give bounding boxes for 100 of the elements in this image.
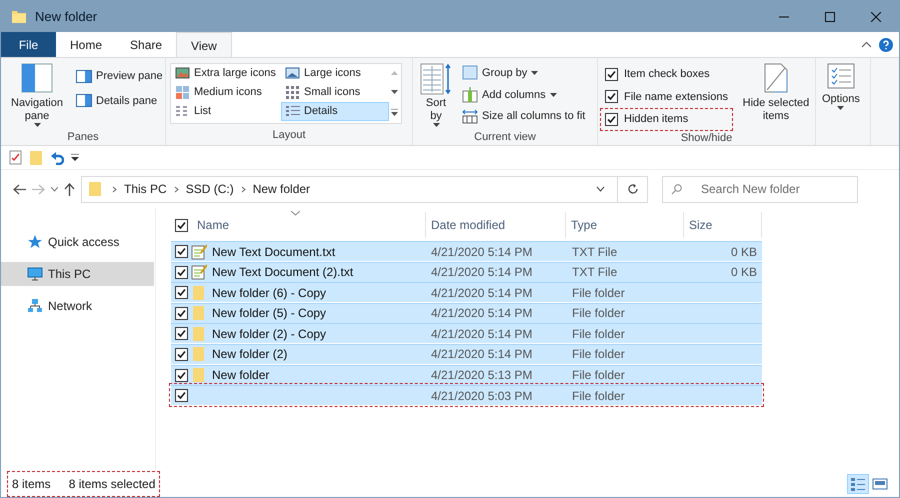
select-all-checkbox[interactable] bbox=[175, 218, 188, 232]
folder-icon bbox=[191, 346, 207, 362]
recent-icon[interactable] bbox=[51, 186, 58, 192]
caret-icon bbox=[550, 92, 557, 97]
back-icon[interactable] bbox=[13, 184, 26, 194]
date-cell: 4/21/2020 5:03 PM bbox=[431, 388, 532, 403]
group-label: Current view bbox=[473, 130, 537, 145]
breadcrumb[interactable]: This PC bbox=[121, 180, 170, 198]
nav-item[interactable]: This PC bbox=[1, 262, 154, 286]
checkbox[interactable] bbox=[175, 327, 188, 340]
folder-icon bbox=[191, 367, 207, 384]
file-name: New folder (6) - Copy bbox=[212, 284, 326, 302]
properties-icon[interactable] bbox=[9, 150, 22, 165]
pane-icon bbox=[76, 70, 92, 83]
checkbox[interactable] bbox=[175, 348, 188, 361]
nav-item[interactable]: Network bbox=[1, 294, 154, 318]
maximize-icon bbox=[825, 12, 835, 22]
file-menu-button[interactable]: File bbox=[1, 32, 56, 57]
file-name: New folder bbox=[212, 367, 270, 384]
column-header[interactable]: Date modified bbox=[426, 212, 566, 238]
undo-icon[interactable] bbox=[50, 150, 64, 164]
page-icon bbox=[764, 63, 788, 93]
large-icons-view-icon bbox=[872, 476, 888, 492]
navigation-pane-button[interactable]: Navigation pane bbox=[5, 61, 69, 129]
pane-option[interactable]: Preview pane bbox=[73, 67, 166, 86]
checkbox[interactable] bbox=[605, 90, 618, 104]
breadcrumb[interactable]: SSD (C:) bbox=[182, 180, 237, 198]
folder-icon bbox=[191, 326, 207, 342]
sort-indicator-icon bbox=[291, 210, 300, 216]
column-header[interactable]: Name bbox=[192, 212, 426, 238]
view-option[interactable]: Size all columns to fit bbox=[459, 107, 588, 126]
breadcrumb[interactable]: New folder bbox=[250, 180, 314, 198]
picture-icon bbox=[175, 66, 190, 81]
up-icon[interactable] bbox=[64, 182, 75, 196]
list-icon bbox=[175, 104, 190, 119]
file-row[interactable]: New Text Document.txt 4/21/2020 5:14 PM TXT File 0 KB bbox=[171, 241, 762, 261]
file-row[interactable]: 4/21/2020 5:03 PM File folder bbox=[171, 385, 762, 406]
group-icon bbox=[462, 65, 478, 82]
caret-icon bbox=[531, 71, 538, 76]
ribbon-tab[interactable]: View bbox=[176, 32, 232, 58]
search-field[interactable]: Search New folder bbox=[662, 176, 858, 202]
layout-option[interactable]: Extra large icons bbox=[171, 64, 281, 83]
checkbox[interactable] bbox=[605, 112, 618, 126]
tiles-icon bbox=[175, 85, 190, 100]
type-cell: File folder bbox=[572, 306, 625, 320]
file-name: New Text Document (2).txt bbox=[212, 264, 354, 282]
layout-option[interactable]: Small icons bbox=[281, 83, 389, 102]
view-option[interactable]: Group by bbox=[459, 64, 588, 82]
item-count: 8 items bbox=[12, 476, 51, 493]
file-row[interactable]: New folder (2) 4/21/2020 5:14 PM File folder bbox=[171, 344, 762, 364]
checkbox[interactable] bbox=[175, 245, 188, 258]
checkbox[interactable] bbox=[175, 368, 188, 382]
file-row[interactable]: New folder (2) - Copy 4/21/2020 5:14 PM File folder bbox=[171, 323, 762, 344]
pane-option[interactable]: Details pane bbox=[73, 92, 166, 110]
customize-icon[interactable] bbox=[71, 154, 79, 161]
hide-selected-button[interactable]: Hide selected items bbox=[738, 61, 813, 130]
view-option[interactable]: Add columns bbox=[459, 86, 588, 104]
column-header[interactable]: Size bbox=[684, 212, 762, 238]
checkbox[interactable] bbox=[175, 306, 188, 320]
selection-count: 8 items selected bbox=[68, 476, 156, 493]
refresh-icon[interactable] bbox=[626, 183, 638, 195]
checkbox-option[interactable]: Item check boxes bbox=[602, 65, 731, 84]
file-row[interactable]: New folder (6) - Copy 4/21/2020 5:14 PM File folder bbox=[171, 282, 762, 302]
date-cell: 4/21/2020 5:14 PM bbox=[431, 265, 532, 280]
layout-option[interactable]: Large icons bbox=[281, 64, 389, 83]
ribbon-tab[interactable]: Share bbox=[116, 32, 176, 57]
file-row[interactable]: New folder 4/21/2020 5:13 PM File folder bbox=[171, 364, 762, 385]
help-icon bbox=[879, 38, 893, 52]
type-cell: File folder bbox=[572, 326, 625, 341]
dropdown-icon[interactable] bbox=[596, 186, 605, 192]
checkbox[interactable] bbox=[175, 389, 188, 402]
address-bar[interactable]: This PC SSD (C:) New folder bbox=[81, 176, 648, 202]
checkbox[interactable] bbox=[605, 68, 618, 81]
options-button[interactable]: Options bbox=[820, 61, 862, 145]
close-icon bbox=[871, 12, 881, 22]
file-name: New folder (2) bbox=[212, 346, 288, 364]
checkbox-option[interactable]: Hidden items bbox=[602, 110, 731, 128]
checkbox[interactable] bbox=[175, 266, 188, 279]
pane-icon bbox=[76, 94, 92, 108]
caret-icon bbox=[432, 123, 440, 127]
checkbox[interactable] bbox=[175, 286, 188, 300]
group-label: Panes bbox=[66, 130, 100, 145]
resize-icon bbox=[462, 108, 478, 124]
layout-option[interactable]: List bbox=[171, 102, 281, 121]
file-name: New folder (5) - Copy bbox=[212, 305, 326, 322]
collapse-icon bbox=[862, 42, 871, 48]
landscape-icon bbox=[285, 66, 300, 81]
layout-option[interactable]: Details bbox=[281, 102, 389, 121]
sort-by-button[interactable]: Sort by bbox=[417, 61, 455, 129]
file-row[interactable]: New folder (5) - Copy 4/21/2020 5:14 PM File folder bbox=[171, 302, 762, 323]
view-toggle[interactable] bbox=[847, 474, 869, 494]
layout-option[interactable]: Medium icons bbox=[171, 83, 281, 102]
file-row[interactable]: New Text Document (2).txt 4/21/2020 5:14 PM TXT File 0 KB bbox=[171, 262, 762, 282]
column-header[interactable]: Type bbox=[566, 212, 684, 238]
ribbon-tab[interactable]: Home bbox=[56, 32, 116, 57]
nav-item[interactable]: Quick access bbox=[1, 230, 154, 254]
file-name: New Text Document.txt bbox=[212, 244, 336, 260]
scroll-down-icon bbox=[390, 90, 398, 94]
checkbox-option[interactable]: File name extensions bbox=[602, 88, 731, 106]
window-title: New folder bbox=[35, 8, 98, 26]
